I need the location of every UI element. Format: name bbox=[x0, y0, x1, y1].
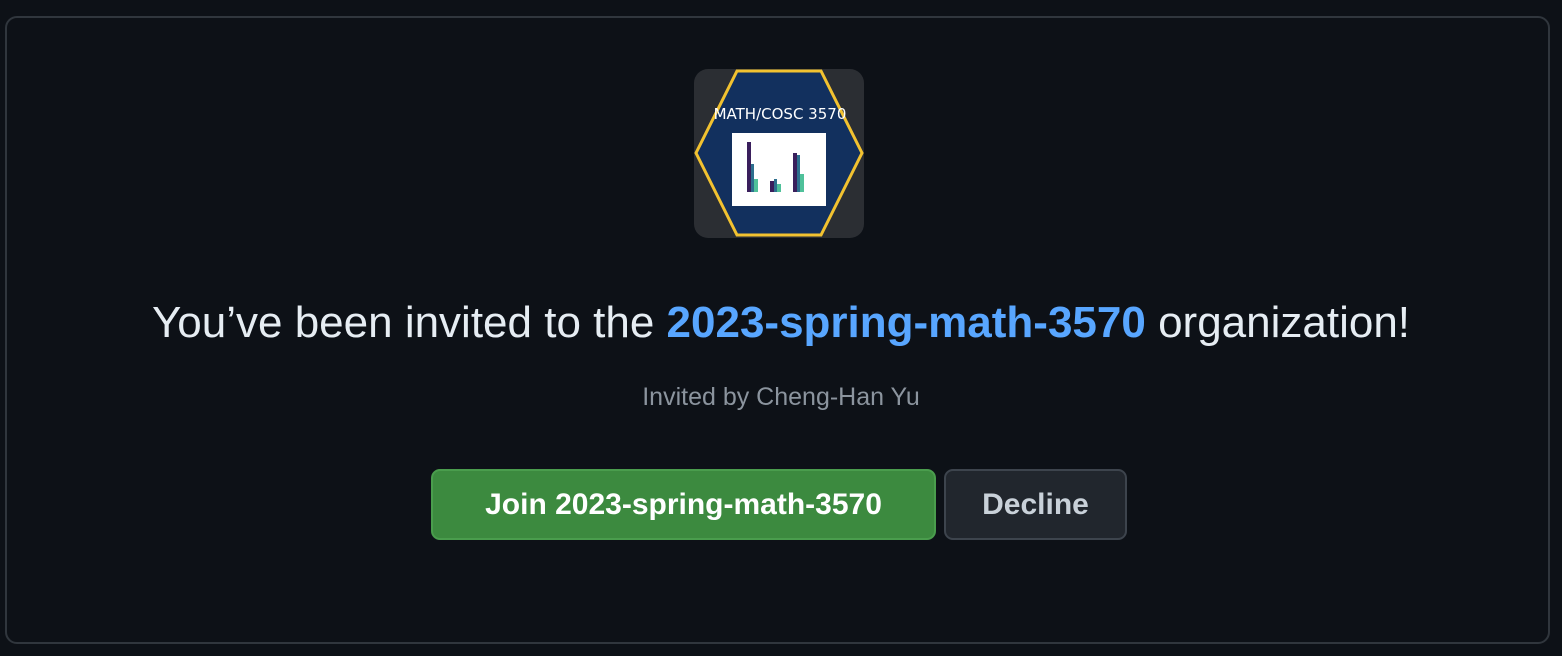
decline-button[interactable]: Decline bbox=[944, 469, 1127, 540]
heading-suffix: organization! bbox=[1145, 298, 1411, 347]
heading-prefix: You’ve been invited to the bbox=[151, 298, 667, 347]
avatar-chart-panel bbox=[732, 133, 826, 206]
organization-avatar: MATH/COSC 3570 bbox=[694, 69, 864, 238]
org-avatar-bar-chart-icon: MATH/COSC 3570 bbox=[694, 69, 864, 237]
invitation-heading: You’ve been invited to the 2023-spring-m… bbox=[0, 293, 1562, 353]
avatar-label: MATH/COSC 3570 bbox=[714, 105, 847, 123]
invited-by-text: Invited by Cheng-Han Yu bbox=[642, 383, 920, 411]
organization-link[interactable]: 2023-spring-math-3570 bbox=[667, 298, 1146, 347]
join-organization-button[interactable]: Join 2023-spring-math-3570 bbox=[431, 469, 936, 540]
